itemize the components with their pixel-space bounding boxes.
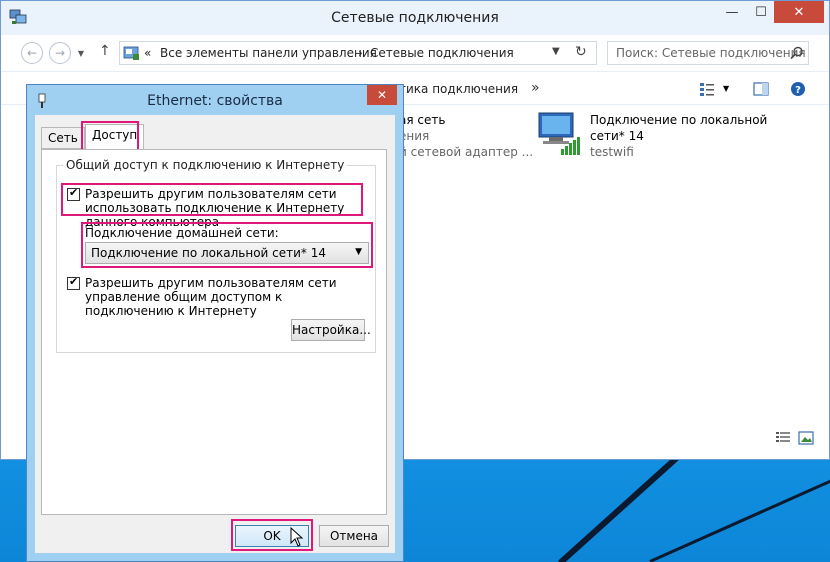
tab-network[interactable]: Сеть: [41, 127, 85, 149]
group-label: Общий доступ к подключению к Интернету: [63, 158, 348, 172]
address-bar[interactable]: « Все элементы панели управления › Сетев…: [119, 41, 597, 65]
maximize-button[interactable]: ☐: [748, 1, 774, 23]
allow-sharing-highlight: [61, 183, 363, 216]
svg-text:?: ?: [795, 85, 801, 96]
cancel-button[interactable]: Отмена: [319, 525, 389, 547]
up-arrow-icon[interactable]: ↑: [99, 43, 111, 59]
breadcrumb-control-panel[interactable]: Все элементы панели управления: [160, 46, 377, 60]
item-status: testwifi: [590, 145, 634, 159]
details-view-icon[interactable]: [775, 431, 791, 445]
window-title-bar: Сетевые подключения — ☐ ✕: [1, 1, 829, 35]
refresh-icon[interactable]: ↻: [575, 44, 587, 60]
search-input[interactable]: Поиск: Сетевые подключения: [607, 41, 809, 65]
home-network-highlight: [81, 222, 373, 268]
change-view-icon[interactable]: [699, 81, 715, 97]
toolbar-more-chevron-icon[interactable]: »: [531, 80, 540, 96]
dialog-close-button[interactable]: ✕: [367, 85, 397, 105]
dialog-frame: Ethernet: свойства ✕ Сеть Доступ Общий д…: [27, 85, 403, 561]
allow-control-checkbox[interactable]: [67, 275, 80, 290]
recent-dropdown[interactable]: ▼: [75, 42, 87, 64]
control-panel-icon: [123, 46, 139, 60]
item-name: Подключение по локальной: [590, 113, 768, 127]
preview-pane-icon[interactable]: [753, 81, 769, 97]
ics-group: Общий доступ к подключению к Интернету Р…: [56, 158, 376, 353]
breadcrumb-separator[interactable]: ›: [358, 46, 363, 60]
item-name-line2: сети* 14: [590, 129, 644, 143]
help-icon[interactable]: ?: [790, 81, 806, 97]
minimize-button[interactable]: —: [716, 1, 748, 23]
breadcrumb-prefix[interactable]: «: [144, 46, 151, 60]
dialog-body: Сеть Доступ Общий доступ к подключению к…: [35, 115, 395, 553]
list-item-ethernet[interactable]: ая сеть ения й сетевой адаптер ...: [391, 113, 534, 163]
item-device: й сетевой адаптер ...: [399, 145, 534, 159]
window-title: Сетевые подключения: [331, 10, 499, 26]
item-name: ая сеть: [399, 113, 446, 127]
close-button[interactable]: ✕: [774, 1, 824, 23]
search-icon[interactable]: [790, 46, 804, 60]
mouse-cursor-icon: [290, 527, 304, 547]
allow-control-label[interactable]: Разрешить другим пользователям сети упра…: [85, 276, 365, 318]
address-dropdown-icon[interactable]: ▼: [552, 46, 560, 57]
large-icons-view-icon[interactable]: [798, 431, 814, 445]
search-placeholder: Поиск: Сетевые подключения: [616, 46, 806, 60]
desktop-decoration: [649, 446, 830, 562]
dialog-title: Ethernet: свойства: [147, 93, 283, 109]
network-adapter-icon: [538, 112, 580, 155]
dialog-title-bar[interactable]: Ethernet: свойства ✕: [27, 85, 403, 115]
ethernet-properties-dialog: Ethernet: свойства ✕ Сеть Доступ Общий д…: [26, 84, 404, 562]
settings-button[interactable]: Настройка...: [291, 319, 371, 341]
toolbar-diagnose-connection[interactable]: тика подключения: [399, 82, 518, 96]
view-dropdown-icon[interactable]: ▼: [723, 84, 729, 93]
tab-sharing-highlight: [81, 121, 139, 151]
allow-control-checkbox-row[interactable]: Разрешить другим пользователям сети упра…: [67, 275, 367, 318]
list-item-local-connection-14[interactable]: Подключение по локальной сети* 14 testwi…: [535, 111, 795, 163]
navigation-bar: ← → ▼ ↑ « Все элементы панели управления…: [1, 35, 829, 69]
sharing-tab-panel: Общий доступ к подключению к Интернету Р…: [41, 149, 387, 515]
breadcrumb-network-connections[interactable]: Сетевые подключения: [370, 46, 514, 60]
back-arrow-icon[interactable]: ←: [21, 42, 43, 64]
forward-arrow-icon[interactable]: →: [49, 42, 71, 64]
